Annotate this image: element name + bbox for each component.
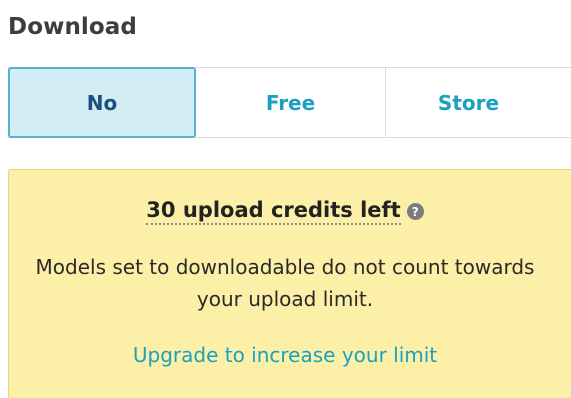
download-option-group: No Free Store	[8, 67, 571, 138]
upload-credits-text[interactable]: 30 upload credits left	[146, 198, 401, 226]
download-option-store[interactable]: Store	[386, 68, 571, 137]
download-option-free[interactable]: Free	[196, 68, 386, 137]
download-limit-description: Models set to downloadable do not count …	[35, 255, 535, 312]
upload-credits-heading: 30 upload credits left ?	[146, 198, 424, 226]
download-section-title: Download	[8, 14, 137, 40]
upgrade-limit-link[interactable]: Upgrade to increase your limit	[133, 343, 437, 367]
upload-limit-notice: 30 upload credits left ? Models set to d…	[8, 169, 571, 398]
download-option-no[interactable]: No	[8, 67, 196, 138]
question-circle-icon[interactable]: ?	[406, 203, 424, 221]
